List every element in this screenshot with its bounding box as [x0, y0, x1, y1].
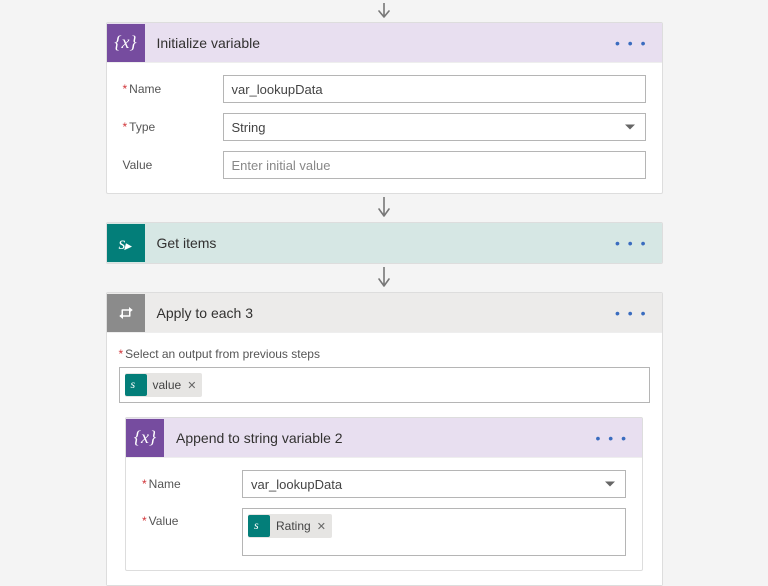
- card-header[interactable]: s▶ Get items • • •: [107, 223, 662, 263]
- card-body: *Name var_lookupData *Type String Value …: [107, 63, 662, 193]
- action-card-append-string[interactable]: {x} Append to string variable 2 • • • *N…: [125, 417, 643, 571]
- card-header[interactable]: {x} Initialize variable • • •: [107, 23, 662, 63]
- card-header[interactable]: {x} Append to string variable 2 • • •: [126, 418, 642, 458]
- loop-icon: [107, 294, 145, 332]
- card-title: Initialize variable: [145, 35, 612, 51]
- field-label-name: *Name: [142, 477, 242, 491]
- field-label-value: *Value: [142, 508, 242, 528]
- card-menu-button[interactable]: • • •: [611, 305, 651, 321]
- arrow-down-icon: [0, 264, 768, 292]
- action-card-get-items[interactable]: s▶ Get items • • •: [106, 222, 663, 264]
- action-card-initialize-variable[interactable]: {x} Initialize variable • • • *Name var_…: [106, 22, 663, 194]
- field-label-value: Value: [123, 158, 223, 172]
- token-label: Rating: [276, 519, 311, 533]
- value-input[interactable]: Rating ✕: [242, 508, 626, 556]
- select-output-label: *Select an output from previous steps: [119, 347, 650, 361]
- arrow-down-icon: [0, 0, 768, 22]
- sharepoint-icon: [125, 374, 147, 396]
- card-menu-button[interactable]: • • •: [592, 430, 632, 446]
- token-rating[interactable]: Rating ✕: [248, 514, 332, 538]
- select-output-input[interactable]: value ✕: [119, 367, 650, 403]
- card-menu-button[interactable]: • • •: [611, 35, 651, 51]
- action-card-apply-to-each[interactable]: Apply to each 3 • • • *Select an output …: [106, 292, 663, 586]
- variable-icon: {x}: [107, 24, 145, 62]
- type-select[interactable]: String: [223, 113, 646, 141]
- arrow-down-icon: [0, 194, 768, 222]
- card-body: *Name var_lookupData *Value Rating ✕: [126, 458, 642, 570]
- token-label: value: [153, 378, 182, 392]
- remove-token-icon[interactable]: ✕: [187, 379, 196, 392]
- value-input[interactable]: Enter initial value: [223, 151, 646, 179]
- name-select[interactable]: var_lookupData: [242, 470, 626, 498]
- field-label-name: *Name: [123, 82, 223, 96]
- card-header[interactable]: Apply to each 3 • • •: [107, 293, 662, 333]
- card-title: Get items: [145, 235, 612, 251]
- variable-icon: {x}: [126, 419, 164, 457]
- flow-canvas: {x} Initialize variable • • • *Name var_…: [0, 0, 768, 556]
- name-input[interactable]: var_lookupData: [223, 75, 646, 103]
- sharepoint-icon: [248, 515, 270, 537]
- sharepoint-icon: s▶: [107, 224, 145, 262]
- token-value[interactable]: value ✕: [125, 373, 203, 397]
- card-menu-button[interactable]: • • •: [611, 235, 651, 251]
- card-title: Append to string variable 2: [164, 430, 592, 446]
- field-label-type: *Type: [123, 120, 223, 134]
- card-body: *Select an output from previous steps va…: [107, 333, 662, 585]
- remove-token-icon[interactable]: ✕: [317, 520, 326, 533]
- card-title: Apply to each 3: [145, 305, 612, 321]
